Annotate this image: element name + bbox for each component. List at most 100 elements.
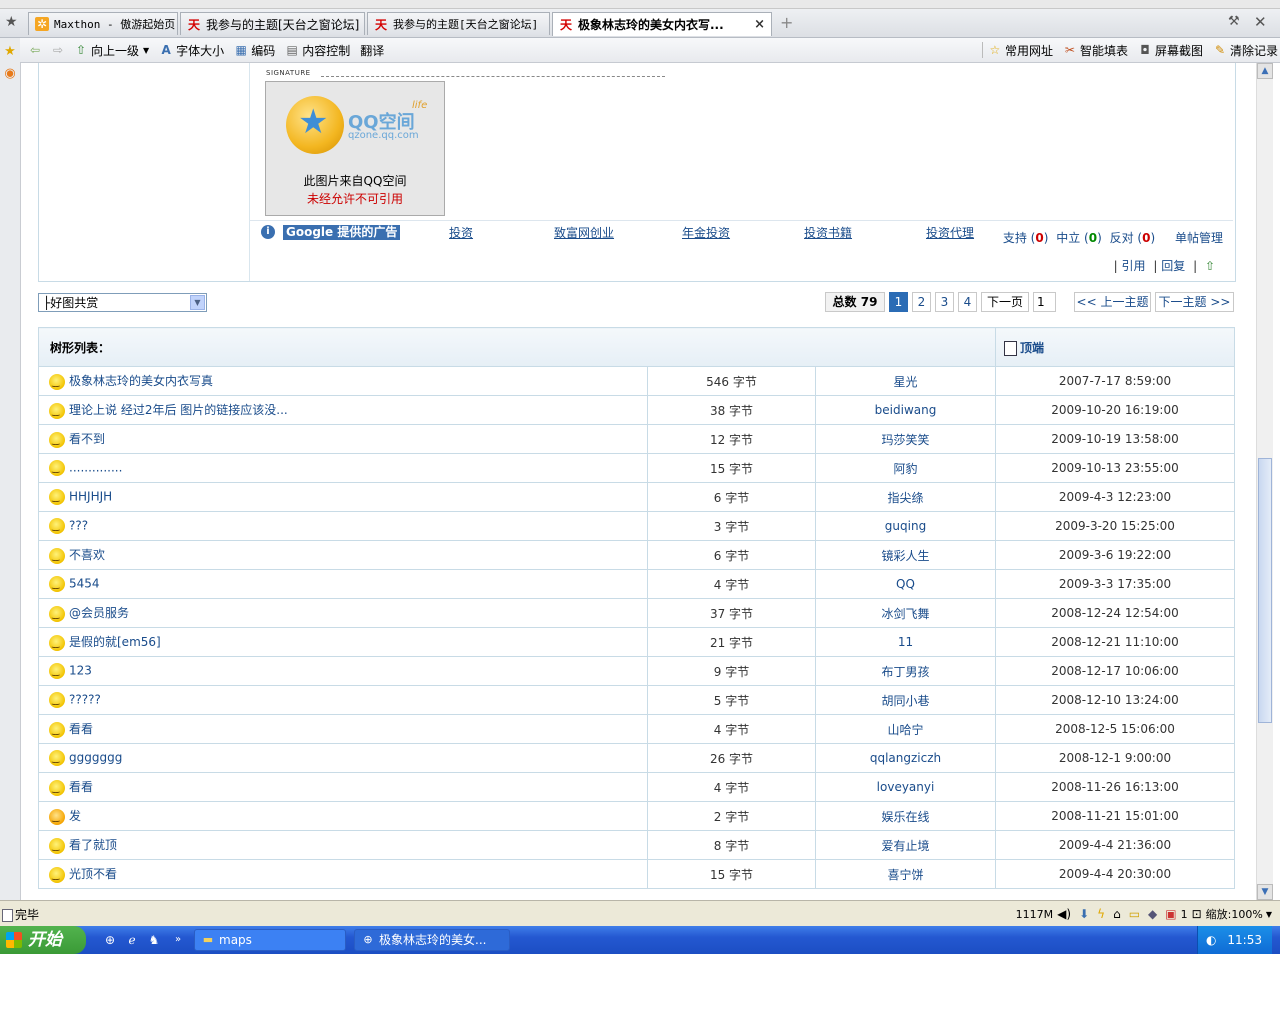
reply-author-link[interactable]: guqing xyxy=(885,519,926,533)
neutral-button[interactable]: 中立 (0) xyxy=(1056,231,1102,245)
smart-fill-button[interactable]: ✂ 智能填表 xyxy=(1063,42,1128,59)
tab-maxthon[interactable]: ✲ Maxthon - 傲游起始页 xyxy=(28,12,178,35)
reply-title-link[interactable]: 发 xyxy=(69,809,81,823)
up-level-button[interactable]: ⇧ 向上一级 ▼ xyxy=(74,42,149,59)
page-1[interactable]: 1 xyxy=(889,292,908,312)
reply-title-link[interactable]: 看看 xyxy=(69,722,93,736)
scroll-down-icon[interactable]: ▼ xyxy=(1257,884,1273,900)
forward-button[interactable]: ⇨ xyxy=(51,43,68,57)
page-2[interactable]: 2 xyxy=(912,292,931,312)
zoom-dropdown-icon[interactable]: ▼ xyxy=(1266,910,1272,919)
reply-author-link[interactable]: 喜宁饼 xyxy=(887,868,923,882)
tab-current[interactable]: 天 极象林志玲的美女内衣写... × xyxy=(552,12,772,36)
reply-title-link[interactable]: 看了就顶 xyxy=(69,838,117,852)
scroll-up-icon[interactable]: ▲ xyxy=(1257,63,1273,79)
reply-title-link[interactable]: 极象林志玲的美女内衣写真 xyxy=(69,374,213,388)
zoom-icon[interactable]: ⊡ xyxy=(1192,907,1202,921)
reply-link[interactable]: 回复 xyxy=(1161,259,1185,273)
reply-author-link[interactable]: 山哈宁 xyxy=(887,723,923,737)
ie-quicklaunch-icon[interactable]: ℯ xyxy=(124,932,140,948)
qq-quicklaunch-icon[interactable]: ♞ xyxy=(146,932,162,948)
reply-author-link[interactable]: qqlangziczh xyxy=(870,751,941,765)
reply-title-link[interactable]: ??? xyxy=(69,519,88,533)
next-topic-button[interactable]: 下一主题 >> xyxy=(1155,292,1234,312)
screenshot-button[interactable]: ◘ 屏幕截图 xyxy=(1138,42,1203,59)
support-button[interactable]: 支持 (0) xyxy=(1003,231,1049,245)
close-tab-icon[interactable]: × xyxy=(748,17,765,32)
reply-title-link[interactable]: 看不到 xyxy=(69,432,105,446)
reply-title-link[interactable]: 5454 xyxy=(69,577,100,591)
translate-button[interactable]: 翻译 xyxy=(360,42,384,59)
oppose-button[interactable]: 反对 (0) xyxy=(1110,231,1156,245)
clear-records-button[interactable]: ✎ 清除记录 xyxy=(1213,42,1278,59)
tray-app-icon[interactable]: ◐ xyxy=(1206,926,1216,954)
tab-forum-2[interactable]: 天 我参与的主题[天台之窗论坛] xyxy=(367,12,550,35)
next-page-button[interactable]: 下一页 xyxy=(981,292,1029,312)
reply-author-link[interactable]: 胡同小巷 xyxy=(881,694,929,708)
page-4[interactable]: 4 xyxy=(958,292,977,312)
google-ads-label[interactable]: Google 提供的广告 xyxy=(283,225,401,240)
task-browser[interactable]: ⊕ 极象林志玲的美女... xyxy=(354,929,510,951)
new-tab-icon[interactable]: + xyxy=(780,13,793,32)
favorites-star-icon[interactable]: ★ xyxy=(5,14,18,30)
page-3[interactable]: 3 xyxy=(935,292,954,312)
top-link[interactable]: 顶端 xyxy=(1020,341,1044,355)
lightning-icon[interactable]: ϟ xyxy=(1097,907,1105,921)
start-button[interactable]: 开始 xyxy=(0,926,86,954)
wrench-icon[interactable]: ⚒ xyxy=(1228,14,1240,29)
reply-author-link[interactable]: 指尖绦 xyxy=(887,491,923,505)
reply-title-link[interactable]: 不喜欢 xyxy=(69,548,105,562)
reply-title-link[interactable]: 123 xyxy=(69,664,92,678)
vertical-scrollbar[interactable]: ▲ ▼ xyxy=(1256,63,1273,900)
folder-status-icon[interactable]: ▭ xyxy=(1129,907,1140,921)
prev-topic-button[interactable]: << 上一主题 xyxy=(1074,292,1151,312)
reply-author-link[interactable]: 镜彩人生 xyxy=(881,549,929,563)
reply-author-link[interactable]: 阿豹 xyxy=(893,462,917,476)
scroll-thumb[interactable] xyxy=(1258,458,1272,723)
reply-author-link[interactable]: 爱有止境 xyxy=(881,839,929,853)
chevron-down-icon[interactable]: ▼ xyxy=(190,295,205,310)
reply-title-link[interactable]: 理论上说 经过2年后 图片的链接应该没... xyxy=(69,403,288,417)
tab-forum-1[interactable]: 天 我参与的主题[天台之窗论坛] xyxy=(180,12,365,35)
reply-title-link[interactable]: 看看 xyxy=(69,780,93,794)
reply-title-link[interactable]: ggggggg xyxy=(69,751,122,765)
ad-link-invest[interactable]: 投资 xyxy=(449,224,473,241)
reply-title-link[interactable]: @会员服务 xyxy=(69,606,129,620)
reply-author-link[interactable]: QQ xyxy=(896,577,915,591)
maxthon-quicklaunch-icon[interactable]: ⊕ xyxy=(102,932,118,948)
reply-author-link[interactable]: 娱乐在线 xyxy=(881,810,929,824)
proxy-icon[interactable]: ⌂ xyxy=(1113,907,1121,921)
ad-link-startup[interactable]: 致富网创业 xyxy=(554,224,614,241)
reply-author-link[interactable]: 冰剑飞舞 xyxy=(881,607,929,621)
reply-author-link[interactable]: 布丁男孩 xyxy=(881,665,929,679)
reply-author-link[interactable]: 星光 xyxy=(893,375,917,389)
reply-author-link[interactable]: 11 xyxy=(898,635,913,649)
zoom-value[interactable]: 100% xyxy=(1231,908,1262,921)
back-to-top-icon[interactable]: ⇧ xyxy=(1205,259,1215,273)
dropdown-icon[interactable]: ▼ xyxy=(143,46,149,55)
forum-jump-select[interactable]: ├好图共赏 ▼ xyxy=(38,293,207,312)
reply-title-link[interactable]: 光顶不看 xyxy=(69,867,117,881)
ad-link-annuity[interactable]: 年金投资 xyxy=(682,224,730,241)
reply-title-link[interactable]: HHJHJH xyxy=(69,490,112,504)
font-size-button[interactable]: A 字体大小 xyxy=(159,42,225,59)
back-button[interactable]: ⇦ xyxy=(28,43,45,57)
reply-title-link[interactable]: .............. xyxy=(69,461,122,475)
volume-icon[interactable]: ◀) xyxy=(1057,907,1071,921)
quote-link[interactable]: 引用 xyxy=(1122,259,1146,273)
diamond-icon[interactable]: ◆ xyxy=(1148,907,1157,921)
quicklaunch-more-icon[interactable]: » xyxy=(170,932,186,948)
task-maps[interactable]: ▬ maps xyxy=(194,929,346,951)
reply-author-link[interactable]: beidiwang xyxy=(875,403,937,417)
post-manage-link[interactable]: 单帖管理 xyxy=(1175,231,1223,245)
reply-author-link[interactable]: 玛莎笑笑 xyxy=(881,433,929,447)
content-control-button[interactable]: ▤ 内容控制 xyxy=(285,42,351,59)
common-sites-button[interactable]: ☆ 常用网址 xyxy=(988,42,1053,59)
reply-title-link[interactable]: 是假的就[em56] xyxy=(69,635,161,649)
rss-icon[interactable]: ◉ xyxy=(2,66,18,82)
favorites-icon[interactable]: ★ xyxy=(2,44,18,60)
goto-page-input[interactable]: 1 xyxy=(1033,292,1056,312)
reply-title-link[interactable]: ????? xyxy=(69,693,101,707)
info-icon[interactable]: i xyxy=(261,225,275,239)
download-icon[interactable]: ⬇ xyxy=(1079,907,1089,921)
